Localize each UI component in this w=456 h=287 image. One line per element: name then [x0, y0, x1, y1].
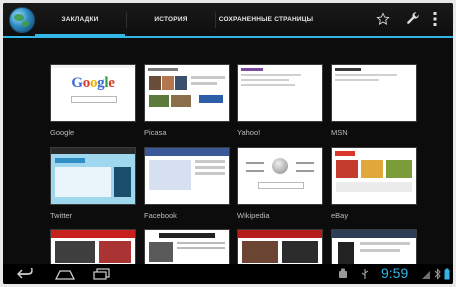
bookmark-tile-ebay[interactable]: eBay — [331, 147, 417, 220]
bookmark-tile-facebook[interactable]: Facebook — [144, 147, 230, 220]
bluetooth-icon — [433, 266, 441, 282]
google-logo: Google — [71, 75, 115, 91]
bookmark-label: Twitter — [50, 211, 73, 220]
battery-icon — [443, 266, 451, 282]
recent-apps-icon[interactable] — [91, 266, 113, 282]
bookmarks-grid: Google Google Picasa Yahoo! MSN Twitter … — [3, 38, 453, 284]
system-bar: 9:59 — [3, 264, 453, 284]
tab-history[interactable]: ИСТОРИЯ — [127, 3, 215, 36]
bookmark-tile-picasa[interactable]: Picasa — [144, 64, 230, 137]
tab-saved-pages[interactable]: СОХРАНЕННЫЕ СТРАНИЦЫ — [216, 3, 316, 36]
status-clock: 9:59 — [381, 265, 409, 281]
thumbnail-yahoo — [237, 64, 323, 122]
thumbnail-ebay — [331, 147, 417, 205]
tab-bookmarks-label: ЗАКЛАДКИ — [61, 16, 99, 23]
bookmark-tile-google[interactable]: Google Google — [50, 64, 136, 137]
tab-saved-pages-label: СОХРАНЕННЫЕ СТРАНИЦЫ — [218, 16, 314, 23]
browser-screen: ЗАКЛАДКИ ИСТОРИЯ СОХРАНЕННЫЕ СТРАНИЦЫ Go… — [3, 3, 453, 284]
bookmark-label: eBay — [331, 211, 349, 220]
bookmark-label: Facebook — [144, 211, 177, 220]
wrench-icon[interactable] — [403, 9, 423, 29]
android-debug-icon — [337, 266, 349, 282]
thumbnail-msn — [331, 64, 417, 122]
tab-history-label: ИСТОРИЯ — [154, 16, 188, 23]
bookmark-tile-twitter[interactable]: Twitter — [50, 147, 136, 220]
thumbnail-facebook — [144, 147, 230, 205]
action-bar: ЗАКЛАДКИ ИСТОРИЯ СОХРАНЕННЫЕ СТРАНИЦЫ — [3, 3, 453, 38]
bookmark-tile-msn[interactable]: MSN — [331, 64, 417, 137]
signal-icon — [421, 266, 431, 282]
tab-bookmarks[interactable]: ЗАКЛАДКИ — [35, 3, 125, 38]
thumbnail-picasa — [144, 64, 230, 122]
thumbnail-twitter — [50, 147, 136, 205]
bookmark-label: MSN — [331, 128, 348, 137]
google-search-box — [71, 96, 117, 103]
bookmark-tile-wikipedia[interactable]: Wikipedia — [237, 147, 323, 220]
browser-globe-icon[interactable] — [9, 7, 35, 33]
bookmark-label: Yahoo! — [237, 128, 261, 137]
bookmark-tile-yahoo[interactable]: Yahoo! — [237, 64, 323, 137]
star-icon[interactable] — [373, 9, 393, 29]
thumbnail-google: Google — [50, 64, 136, 122]
bookmark-label: Picasa — [144, 128, 167, 137]
home-icon[interactable] — [53, 266, 77, 282]
back-icon[interactable] — [15, 266, 35, 282]
device-frame: ЗАКЛАДКИ ИСТОРИЯ СОХРАНЕННЫЕ СТРАНИЦЫ Go… — [0, 0, 456, 287]
overflow-menu-icon[interactable] — [429, 9, 441, 29]
bookmark-label: Google — [50, 128, 75, 137]
thumbnail-wikipedia — [237, 147, 323, 205]
usb-icon — [359, 266, 371, 282]
bookmark-label: Wikipedia — [237, 211, 270, 220]
